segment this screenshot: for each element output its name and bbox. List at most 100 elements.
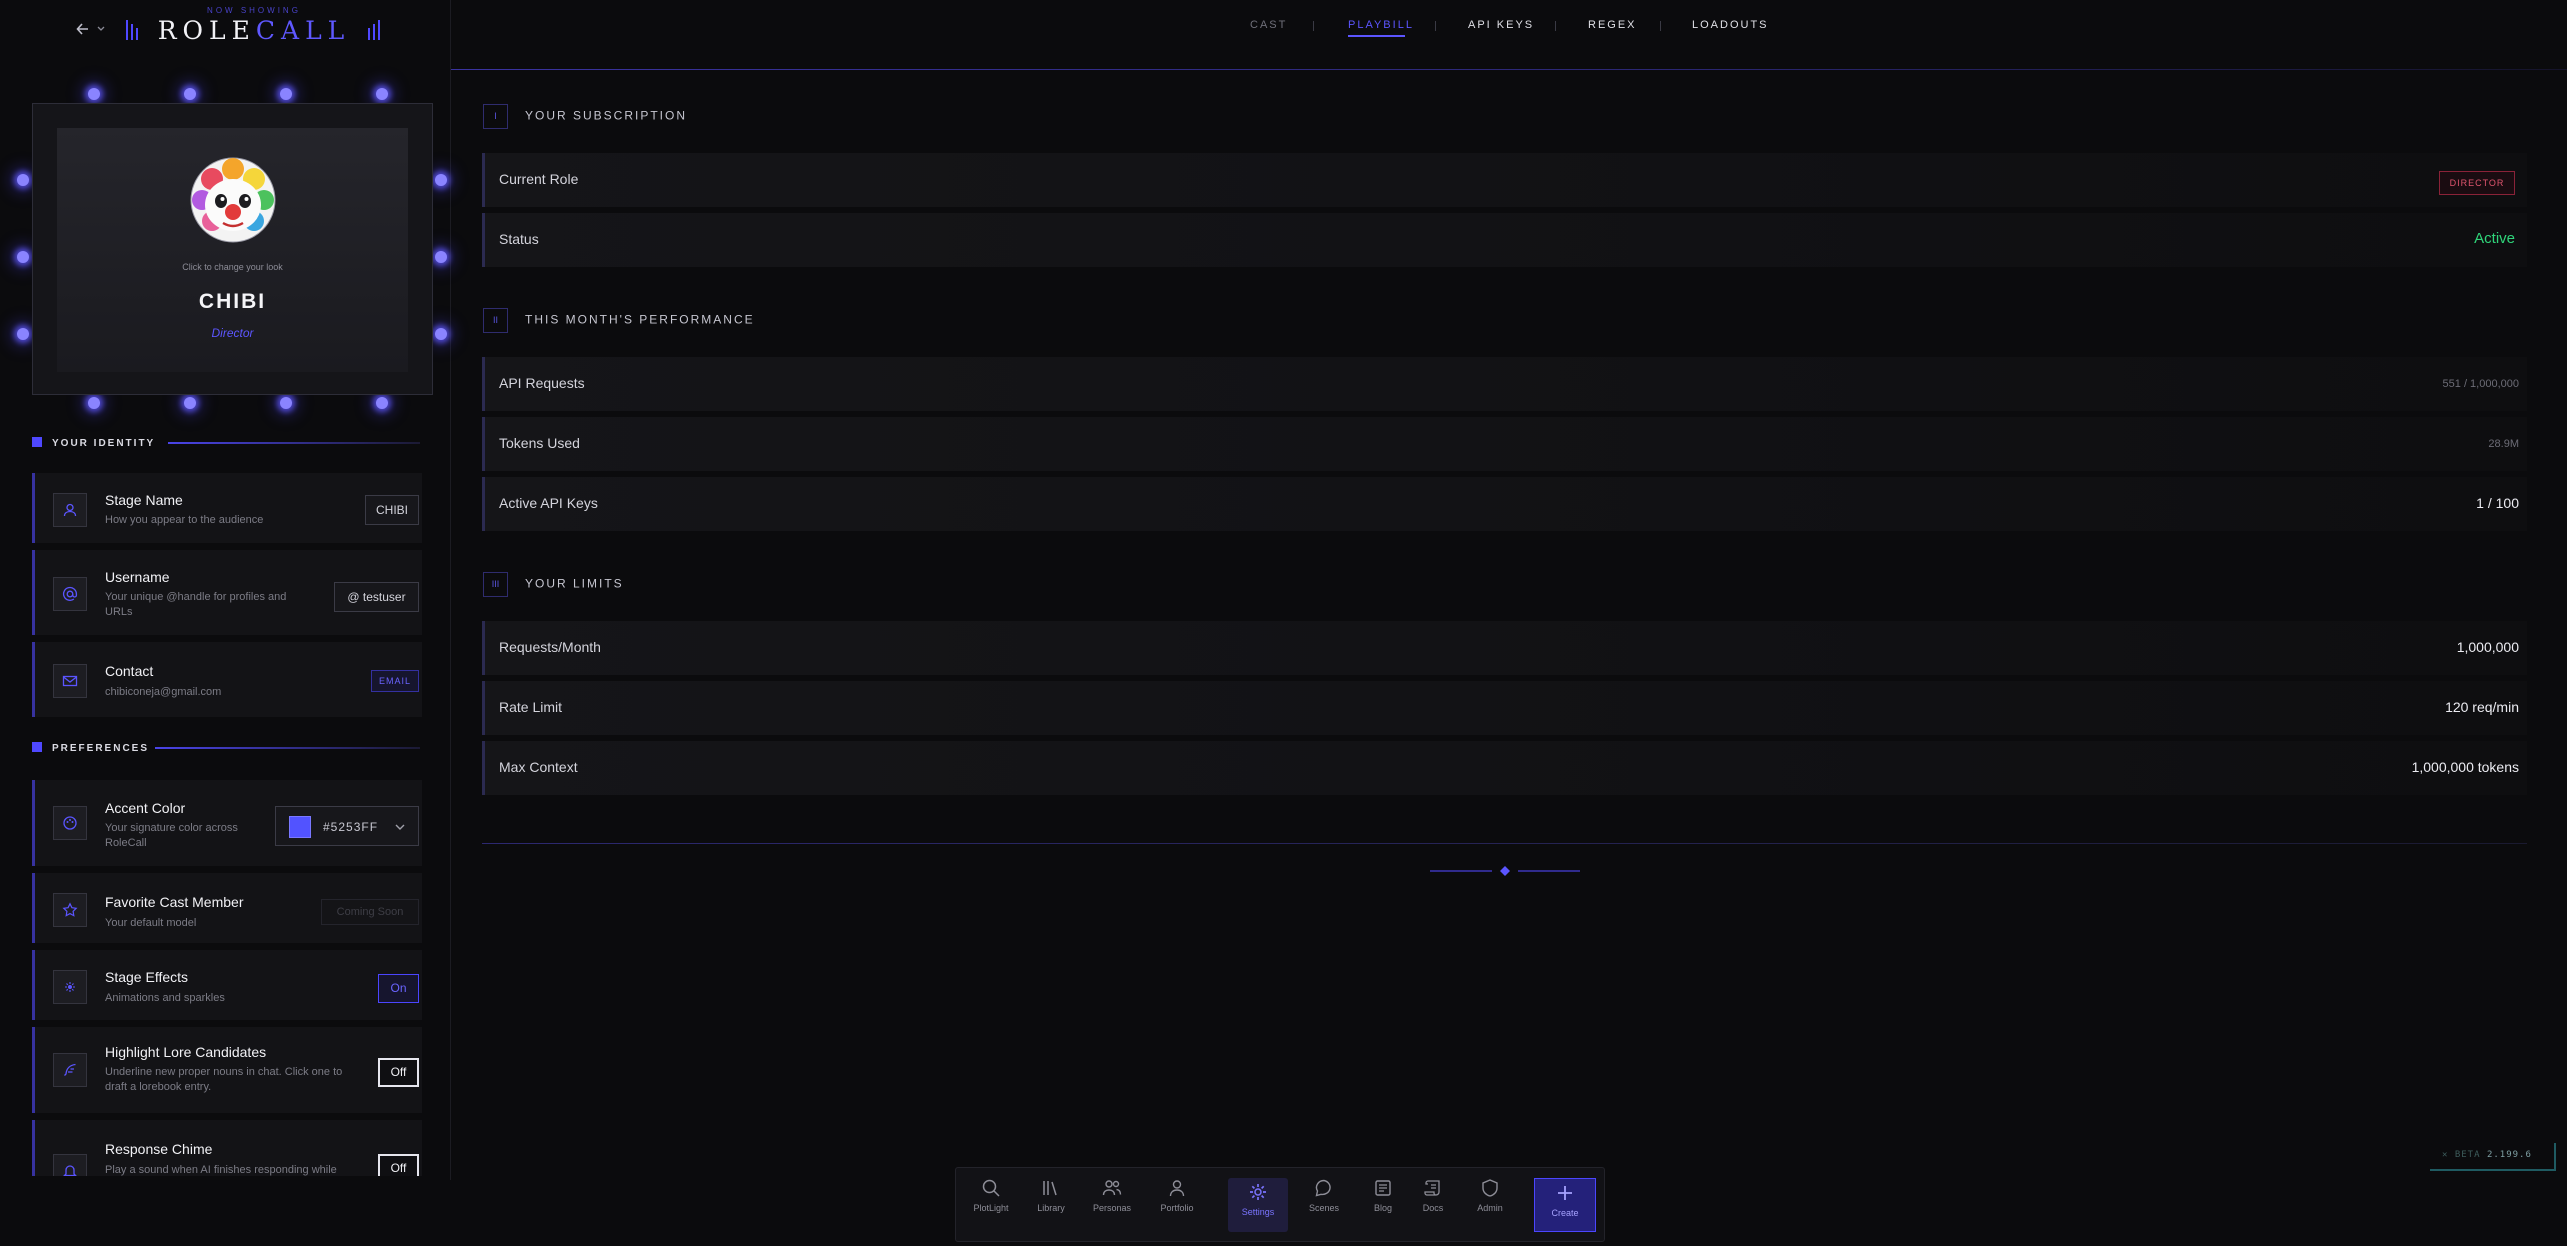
favorite-cast-select[interactable]: Coming Soon [321, 899, 419, 925]
accent-color-picker[interactable]: #5253FF [275, 806, 419, 846]
plus-icon [1558, 1186, 1572, 1200]
tab-loadouts[interactable]: LOADOUTS [1692, 19, 1769, 31]
marquee-light [280, 397, 292, 409]
marquee-light [376, 397, 388, 409]
search-icon [982, 1179, 1000, 1197]
marquee-light [184, 88, 196, 100]
response-chime-toggle[interactable]: Off [378, 1154, 419, 1176]
stage-name-input[interactable]: CHIBI [365, 495, 419, 525]
library-icon [1043, 1181, 1057, 1196]
stage-effects-toggle[interactable]: On [378, 974, 419, 1003]
mail-icon [53, 664, 87, 698]
username-input[interactable]: @ testuser [334, 582, 419, 612]
tab-cast[interactable]: CAST [1250, 19, 1287, 31]
dock-plotlight[interactable]: PlotLight [968, 1178, 1014, 1232]
dock-admin[interactable]: Admin [1470, 1178, 1510, 1232]
setting-row-favorite-cast: Favorite Cast Member Your default model … [32, 873, 422, 943]
setting-title: Favorite Cast Member [105, 894, 244, 910]
avatar[interactable] [190, 157, 276, 243]
stat-row-tokens-used: Tokens Used 28.9M [482, 417, 2527, 471]
stat-label: Requests/Month [499, 639, 601, 655]
palette-icon [53, 806, 87, 840]
setting-title: Contact [105, 663, 154, 679]
stat-label: Max Context [499, 759, 578, 775]
stat-row-active-keys: Active API Keys 1 / 100 [482, 477, 2527, 531]
back-button[interactable] [76, 20, 108, 38]
profile-card-stage: Click to change your look CHIBI Director [57, 128, 408, 372]
nav-separator [1660, 21, 1661, 31]
dock-blog[interactable]: Blog [1364, 1178, 1402, 1232]
section-number: I [483, 104, 508, 129]
setting-row-contact: Contact chibiconeja@gmail.com EMAIL [32, 642, 422, 717]
tab-api-keys[interactable]: API KEYS [1468, 19, 1534, 31]
section-number: II [483, 308, 508, 333]
email-badge: EMAIL [371, 670, 419, 692]
chevron-down-icon [97, 26, 105, 31]
tab-regex[interactable]: REGEX [1588, 19, 1637, 31]
setting-description: Play a sound when AI finishes responding… [105, 1164, 337, 1176]
scroll-icon [1424, 1180, 1440, 1196]
user-icon [53, 493, 87, 527]
stat-row-current-role: Current Role DIRECTOR [482, 153, 2527, 207]
highlight-lore-toggle[interactable]: Off [378, 1058, 419, 1087]
stat-label: Tokens Used [499, 435, 580, 451]
marquee-light [184, 397, 196, 409]
user-icon [1169, 1180, 1185, 1197]
stat-value: 551 / 1,000,000 [2442, 378, 2519, 390]
bottom-dock: PlotLight Library Personas Portfolio Set… [955, 1167, 1605, 1242]
marquee-light [435, 251, 447, 263]
stat-label: API Requests [499, 375, 585, 391]
nav-separator [1313, 21, 1314, 31]
nav-separator [1435, 21, 1436, 31]
square-bullet-icon [32, 742, 42, 752]
role-badge: DIRECTOR [2439, 171, 2515, 195]
setting-description: Your default model [105, 917, 197, 929]
marquee-light [17, 251, 29, 263]
section-heading-limits: III YOUR LIMITS [483, 572, 624, 597]
logo-wordmark: ROLECALL [157, 16, 351, 45]
beta-version-badge: ✕ BETA 2.199.6 [2430, 1143, 2556, 1171]
top-bar: NOW SHOWING ROLECALL CAST PLAYBILL API K… [0, 0, 2567, 70]
stat-label: Active API Keys [499, 495, 598, 511]
marquee-light [17, 174, 29, 186]
section-heading-identity: YOUR IDENTITY [32, 437, 155, 449]
stat-value: 28.9M [2488, 438, 2519, 450]
profile-name: CHIBI [198, 290, 267, 313]
dock-docs[interactable]: Docs [1414, 1178, 1452, 1232]
color-swatch [289, 816, 311, 838]
marquee-light [280, 88, 292, 100]
tab-playbill[interactable]: PLAYBILL [1348, 19, 1414, 31]
setting-description: Your unique @handle for profiles and URL… [105, 591, 287, 618]
setting-description: Animations and sparkles [105, 992, 225, 1004]
rolecall-logo[interactable]: NOW SHOWING ROLECALL [124, 2, 384, 46]
dock-settings[interactable]: Settings [1228, 1178, 1288, 1232]
arrow-left-icon [76, 23, 105, 35]
setting-title: Username [105, 569, 170, 585]
setting-row-accent-color: Accent Color Your signature color across… [32, 780, 422, 866]
setting-title: Stage Effects [105, 969, 189, 985]
stat-row-requests-month: Requests/Month 1,000,000 [482, 621, 2527, 675]
chevron-down-icon [395, 824, 405, 830]
dock-portfolio[interactable]: Portfolio [1152, 1178, 1202, 1232]
marquee-light [88, 88, 100, 100]
dock-create-button[interactable]: Create [1534, 1178, 1596, 1232]
setting-row-response-chime: Response Chime Play a sound when AI fini… [32, 1120, 422, 1176]
change-look-hint: Click to change your look [182, 262, 283, 272]
stat-row-status: Status Active [482, 213, 2527, 267]
setting-title: Response Chime [105, 1141, 213, 1157]
stat-label: Current Role [499, 171, 579, 187]
dock-personas[interactable]: Personas [1088, 1178, 1136, 1232]
marquee-light [17, 328, 29, 340]
sparkle-icon [53, 970, 87, 1004]
setting-title: Stage Name [105, 492, 183, 508]
marquee-light [435, 328, 447, 340]
section-heading-preferences: PREFERENCES [32, 742, 149, 754]
logo-tagline: NOW SHOWING [207, 6, 301, 15]
stat-row-rate-limit: Rate Limit 120 req/min [482, 681, 2527, 735]
dock-scenes[interactable]: Scenes [1302, 1178, 1346, 1232]
sidebar-divider [450, 0, 451, 1180]
marquee-light [88, 397, 100, 409]
header-divider [450, 69, 2567, 70]
stat-value: 1,000,000 tokens [2411, 759, 2519, 775]
dock-library[interactable]: Library [1030, 1178, 1072, 1232]
